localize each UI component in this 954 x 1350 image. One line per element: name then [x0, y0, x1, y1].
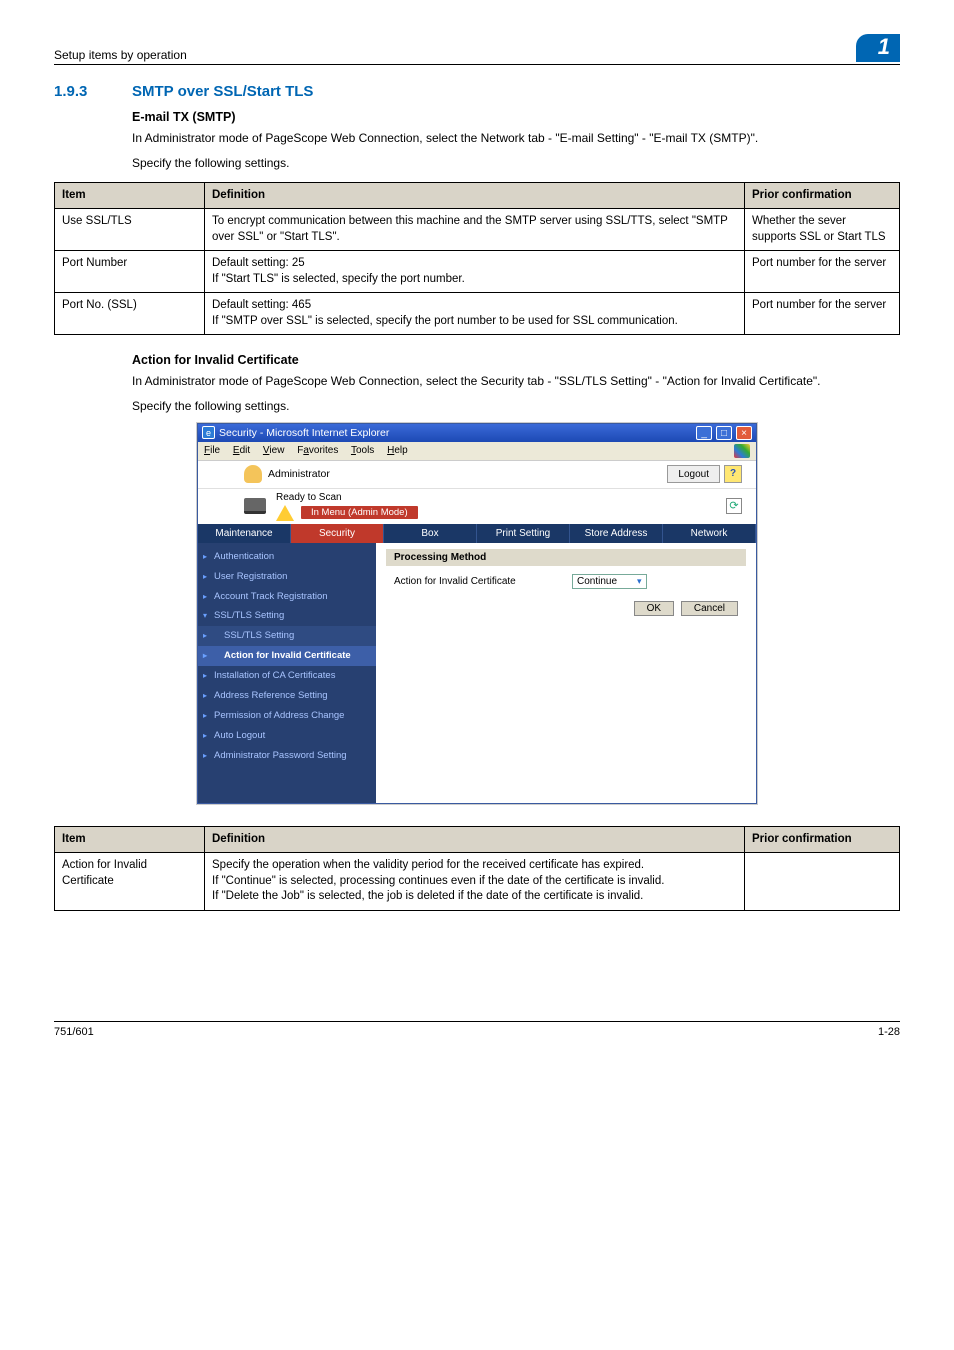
help-button[interactable]: ?	[724, 465, 742, 483]
table-cell: Port No. (SSL)	[55, 293, 205, 335]
content-bar: Processing Method	[386, 549, 746, 566]
ie-menubar: File Edit View Favorites Tools Help	[198, 442, 756, 461]
field-label: Action for Invalid Certificate	[394, 576, 554, 587]
t2-h2: Definition	[205, 826, 745, 853]
sidebar-item-administrator-password-setting[interactable]: Administrator Password Setting	[198, 746, 376, 766]
administrator-label: Administrator	[268, 468, 330, 480]
paragraph-3: In Administrator mode of PageScope Web C…	[132, 373, 900, 390]
chevron-down-icon: ▾	[637, 576, 642, 587]
header-badge: 1	[856, 34, 900, 62]
table-cell: Action for Invalid Certificate	[55, 853, 205, 911]
ok-button[interactable]: OK	[634, 601, 674, 616]
paragraph-1: In Administrator mode of PageScope Web C…	[132, 130, 900, 147]
section-heading: 1.9.3 SMTP over SSL/Start TLS	[54, 83, 900, 100]
table-cell: Port number for the server	[745, 251, 900, 293]
table-cell: Port number for the server	[745, 293, 900, 335]
tab-store-address[interactable]: Store Address	[570, 524, 663, 543]
tab-box[interactable]: Box	[384, 524, 477, 543]
ie-window: e Security - Microsoft Internet Explorer…	[197, 423, 757, 804]
sidebar-item-installation-of-ca-certificates[interactable]: Installation of CA Certificates	[198, 666, 376, 686]
t2-h3: Prior confirmation	[745, 826, 900, 853]
table-row: Use SSL/TLSTo encrypt communication betw…	[55, 209, 900, 251]
subheading-email-tx: E-mail TX (SMTP)	[132, 110, 900, 124]
ie-window-buttons: _ □ ×	[695, 426, 752, 440]
administrator-icon	[244, 465, 262, 483]
sidebar-item-user-registration[interactable]: User Registration	[198, 567, 376, 587]
admin-bar: Administrator Logout ?	[198, 461, 756, 489]
maximize-button[interactable]: □	[716, 426, 732, 440]
table-row: Action for Invalid CertificateSpecify th…	[55, 853, 900, 911]
header-left-text: Setup items by operation	[54, 48, 187, 62]
status-row: Ready to Scan In Menu (Admin Mode) ⟳	[198, 489, 756, 524]
logout-button[interactable]: Logout	[667, 465, 720, 483]
menu-tools[interactable]: Tools	[351, 445, 374, 456]
tab-print-setting[interactable]: Print Setting	[477, 524, 570, 543]
paragraph-4: Specify the following settings.	[132, 398, 900, 415]
section-number: 1.9.3	[54, 83, 104, 100]
sidebar-subitem-ssl-tls-setting[interactable]: SSL/TLS Setting	[198, 626, 376, 646]
action-select[interactable]: Continue ▾	[572, 574, 647, 589]
settings-table-2: Item Definition Prior confirmation Actio…	[54, 826, 900, 911]
menu-mode-label: In Menu (Admin Mode)	[301, 506, 418, 519]
ie-title-text: Security - Microsoft Internet Explorer	[219, 427, 389, 439]
page-footer: 751/601 1-28	[54, 1021, 900, 1038]
table-cell: Use SSL/TLS	[55, 209, 205, 251]
sidebar-item-ssl-tls-setting[interactable]: SSL/TLS Setting	[198, 606, 376, 626]
section-title: SMTP over SSL/Start TLS	[132, 83, 313, 100]
ie-titlebar: e Security - Microsoft Internet Explorer…	[198, 424, 756, 442]
t2-h1: Item	[55, 826, 205, 853]
body-area: AuthenticationUser RegistrationAccount T…	[198, 543, 756, 803]
tab-maintenance[interactable]: Maintenance	[198, 524, 291, 543]
table-cell	[745, 853, 900, 911]
refresh-button[interactable]: ⟳	[726, 498, 742, 514]
footer-right: 1-28	[878, 1026, 900, 1038]
sidebar-item-account-track-registration[interactable]: Account Track Registration	[198, 587, 376, 607]
menu-view[interactable]: View	[263, 445, 285, 456]
subheading-action-invalid-cert: Action for Invalid Certificate	[132, 353, 900, 367]
menu-help[interactable]: Help	[387, 445, 408, 456]
tab-network[interactable]: Network	[663, 524, 756, 543]
table-cell: Whether the sever supports SSL or Start …	[745, 209, 900, 251]
table-cell: To encrypt communication between this ma…	[205, 209, 745, 251]
ready-to-scan-label: Ready to Scan	[276, 492, 418, 503]
table-cell: Port Number	[55, 251, 205, 293]
tab-security[interactable]: Security	[291, 524, 384, 543]
close-button[interactable]: ×	[736, 426, 752, 440]
menu-edit[interactable]: Edit	[233, 445, 250, 456]
content-area: Processing Method Action for Invalid Cer…	[376, 543, 756, 803]
table-cell: Default setting: 465 If "SMTP over SSL" …	[205, 293, 745, 335]
ie-flag-icon	[734, 444, 750, 458]
table-cell: Default setting: 25 If "Start TLS" is se…	[205, 251, 745, 293]
minimize-button[interactable]: _	[696, 426, 712, 440]
sidebar-item-auto-logout[interactable]: Auto Logout	[198, 726, 376, 746]
menu-file[interactable]: File	[204, 445, 220, 456]
page-header: Setup items by operation 1	[54, 34, 900, 65]
settings-table-1: Item Definition Prior confirmation Use S…	[54, 182, 900, 336]
form-row: Action for Invalid Certificate Continue …	[386, 566, 746, 597]
t1-h1: Item	[55, 182, 205, 209]
sidebar-item-address-reference-setting[interactable]: Address Reference Setting	[198, 686, 376, 706]
sidebar-item-authentication[interactable]: Authentication	[198, 547, 376, 567]
table-row: Port No. (SSL)Default setting: 465 If "S…	[55, 293, 900, 335]
menu-favorites[interactable]: Favorites	[297, 445, 338, 456]
table-row: Port NumberDefault setting: 25 If "Start…	[55, 251, 900, 293]
footer-left: 751/601	[54, 1026, 94, 1038]
paragraph-2: Specify the following settings.	[132, 155, 900, 172]
sidebar: AuthenticationUser RegistrationAccount T…	[198, 543, 376, 803]
sidebar-subitem-action-for-invalid-certificate[interactable]: Action for Invalid Certificate	[198, 646, 376, 666]
cancel-button[interactable]: Cancel	[681, 601, 738, 616]
t1-h3: Prior confirmation	[745, 182, 900, 209]
select-value: Continue	[577, 576, 617, 587]
sidebar-item-permission-of-address-change[interactable]: Permission of Address Change	[198, 706, 376, 726]
table-cell: Specify the operation when the validity …	[205, 853, 745, 911]
printer-icon	[244, 498, 266, 514]
t1-h2: Definition	[205, 182, 745, 209]
ie-e-icon: e	[202, 426, 215, 439]
warning-icon	[276, 505, 294, 521]
tab-bar: MaintenanceSecurityBoxPrint SettingStore…	[198, 524, 756, 543]
